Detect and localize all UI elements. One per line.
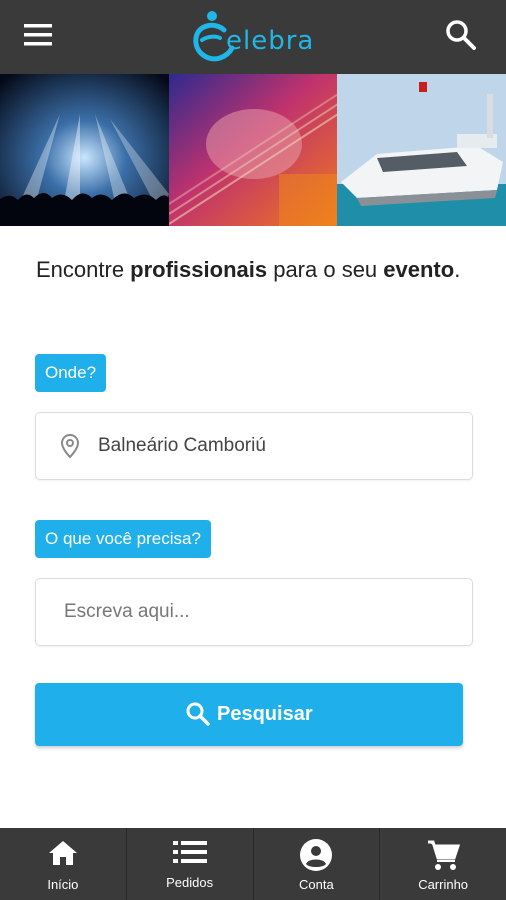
nav-label: Conta <box>299 877 334 892</box>
yacht-image <box>337 74 506 226</box>
nav-item-carrinho[interactable]: Carrinho <box>380 828 506 900</box>
list-icon <box>172 841 207 863</box>
location-field[interactable]: Balneário Camboriú <box>35 412 473 480</box>
location-value: Balneário Camboriú <box>98 435 266 456</box>
hero-banner <box>0 74 506 226</box>
cart-icon <box>428 840 461 870</box>
nav-label: Início <box>47 877 79 892</box>
account-icon <box>300 839 333 871</box>
search-icon[interactable] <box>444 18 484 58</box>
nav-label: Pedidos <box>166 875 214 890</box>
service-placeholder: Escreva aqui... <box>64 601 190 622</box>
app-logo: elebra <box>190 8 320 68</box>
home-icon <box>48 841 77 865</box>
location-pin-icon <box>60 433 80 459</box>
search-button-label: Pesquisar <box>217 703 313 725</box>
app-header: elebra <box>0 0 506 74</box>
what-label: O que você precisa? <box>35 520 211 558</box>
search-button[interactable]: Pesquisar <box>35 683 463 746</box>
menu-icon[interactable] <box>22 22 62 56</box>
service-input[interactable]: Escreva aqui... <box>35 578 473 646</box>
search-icon <box>186 702 210 726</box>
where-label: Onde? <box>35 354 107 392</box>
nav-item-conta[interactable]: Conta <box>254 828 381 900</box>
concert-stage-image <box>0 74 169 226</box>
nav-item-pedidos[interactable]: Pedidos <box>127 828 254 900</box>
nav-item-inicio[interactable]: Início <box>0 828 127 900</box>
headline: Encontre profissionais para o seu evento… <box>36 257 461 282</box>
logo-text: elebra <box>226 26 315 56</box>
guitar-player-image <box>168 74 338 226</box>
nav-label: Carrinho <box>418 877 469 892</box>
bottom-nav: Início Pedidos Conta Carrinho <box>0 828 506 900</box>
